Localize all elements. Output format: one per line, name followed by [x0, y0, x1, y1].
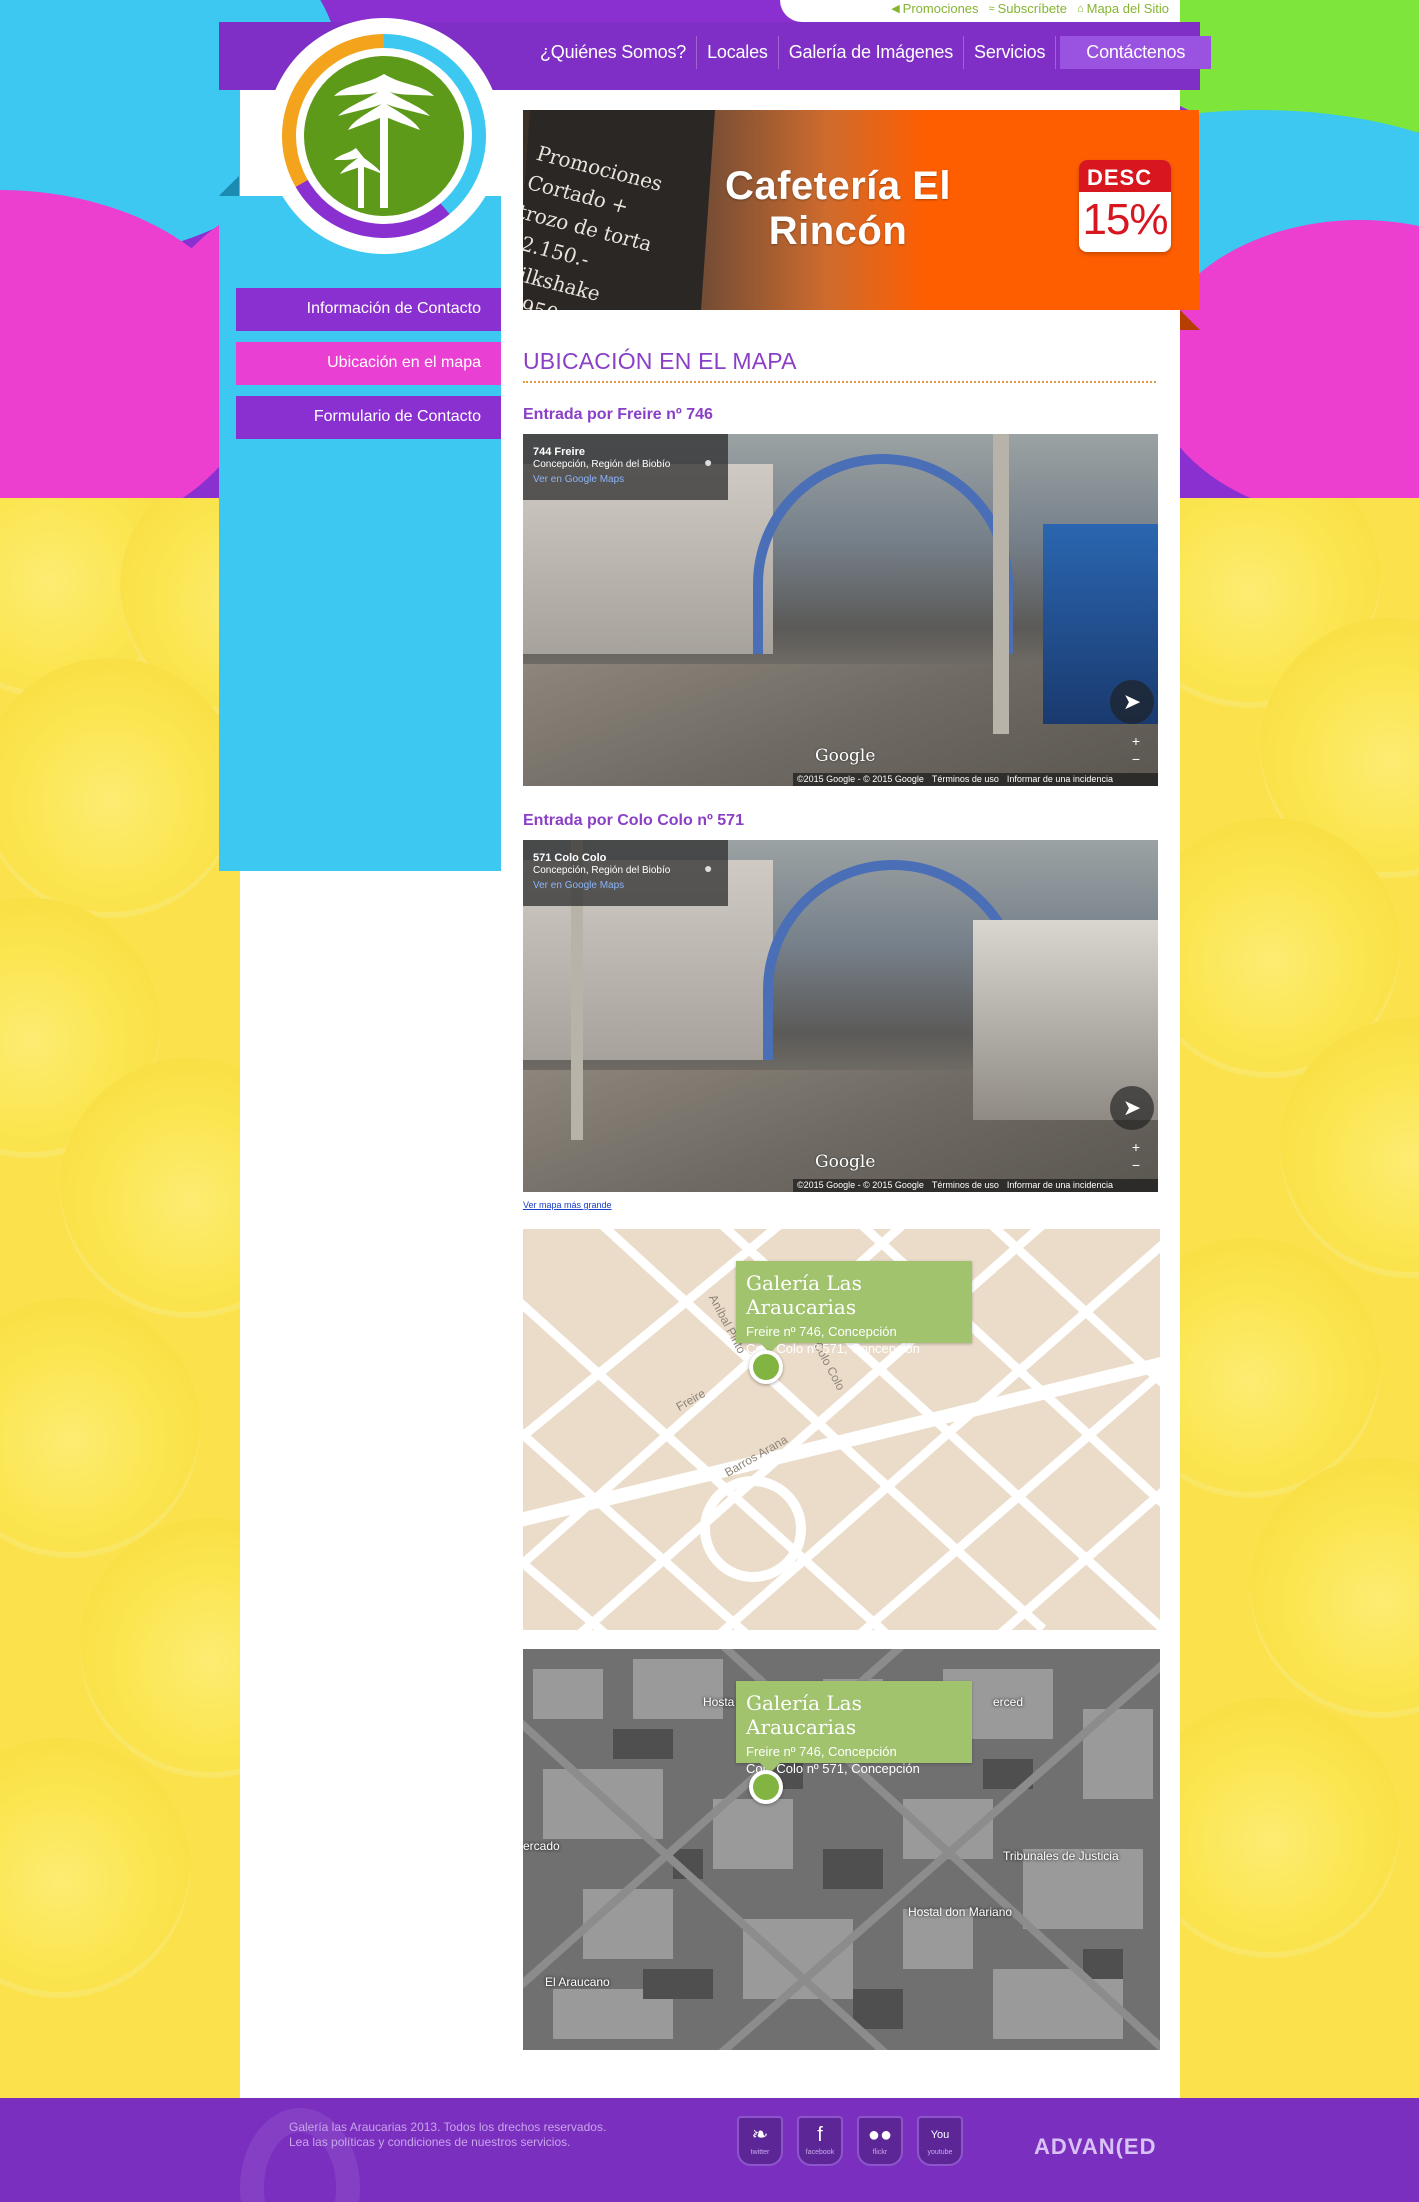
- nav-item-quienes-somos[interactable]: ¿Quiénes Somos?: [530, 36, 698, 69]
- zoom-controls[interactable]: + −: [1132, 732, 1140, 768]
- nav-item-locales[interactable]: Locales: [697, 36, 779, 69]
- zoom-out-icon[interactable]: −: [1132, 750, 1140, 768]
- logo[interactable]: [266, 18, 502, 254]
- streetview-colocolo[interactable]: 571 Colo Colo Concepción, Región del Bio…: [523, 840, 1158, 1192]
- araucaria-tree-icon: [304, 56, 464, 216]
- map-attribution: ©2015 Google - © 2015 Google Términos de…: [793, 1179, 1158, 1192]
- sat-label-el-araucano: El Araucano: [545, 1975, 610, 1989]
- location-pin-icon: ●: [704, 860, 713, 876]
- twitter-icon: ❧: [751, 2124, 769, 2146]
- social-links: ❧ twitter f facebook ●● flickr You youtube: [737, 2116, 963, 2166]
- side-nav: Información de Contacto Ubicación en el …: [236, 288, 501, 450]
- map-info-bubble: Galería Las Araucarias Freire nº 746, Co…: [736, 1261, 972, 1356]
- zoom-in-icon[interactable]: +: [1132, 1138, 1140, 1156]
- facebook-icon: f: [817, 2124, 823, 2146]
- toplink-subscribete[interactable]: ≈ Subscríbete: [989, 1, 1067, 16]
- discount-tag-value: 15%: [1082, 195, 1168, 244]
- report-issue-link[interactable]: Informar de una incidencia: [1007, 774, 1113, 785]
- compass-icon[interactable]: ➤: [1110, 1086, 1154, 1130]
- promo-banner[interactable]: Promociones Cortado + trozo de torta $2.…: [523, 110, 1199, 310]
- map-info-bubble: Galería Las Araucarias Freire nº 746, Co…: [736, 1681, 972, 1776]
- terms-link[interactable]: Términos de uso: [932, 1180, 999, 1191]
- footer: Galería las Araucarias 2013. Todos los d…: [0, 2098, 1419, 2202]
- streetview-pole: [993, 434, 1009, 734]
- google-logo: Google: [815, 1152, 876, 1172]
- streetview-info-card: 571 Colo Colo Concepción, Región del Bio…: [523, 840, 728, 906]
- zoom-in-icon[interactable]: +: [1132, 732, 1140, 750]
- entrance-heading-freire: Entrada por Freire nº 746: [523, 406, 713, 423]
- sidebar-fold: [219, 176, 239, 196]
- sat-label-mercado: ercado: [523, 1839, 560, 1853]
- streetview-freire[interactable]: 744 Freire Concepción, Región del Biobío…: [523, 434, 1158, 786]
- main-nav: ¿Quiénes Somos? Locales Galería de Imáge…: [530, 36, 1212, 69]
- flickr-icon: ●●: [867, 2124, 893, 2146]
- youtube-button[interactable]: You youtube: [917, 2116, 963, 2166]
- street-map[interactable]: Aníbal Pinto Colo Colo Freire Barros Ara…: [523, 1229, 1160, 1630]
- report-issue-link[interactable]: Informar de una incidencia: [1007, 1180, 1113, 1191]
- toplink-mapa-del-sitio[interactable]: ⌂ Mapa del Sitio: [1077, 1, 1169, 16]
- twitter-button[interactable]: ❧ twitter: [737, 2116, 783, 2166]
- top-links: ◀ Promociones ≈ Subscríbete ⌂ Mapa del Siti…: [891, 1, 1169, 16]
- toplink-promociones[interactable]: ◀ Promociones: [891, 1, 978, 16]
- sidenav-item-info-contacto[interactable]: Información de Contacto: [236, 288, 501, 331]
- facebook-button[interactable]: f facebook: [797, 2116, 843, 2166]
- sidenav-item-ubicacion[interactable]: Ubicación en el mapa: [236, 342, 501, 385]
- banner-title: Cafetería El Rincón: [724, 164, 952, 253]
- discount-tag: DESC 15%: [1079, 160, 1171, 252]
- sitemap-icon: ⌂: [1076, 2, 1084, 15]
- policy-link[interactable]: Lea las políticas y condiciones de nuest…: [289, 2135, 606, 2150]
- bigger-map-link[interactable]: Ver mapa más grande: [523, 1200, 612, 1210]
- location-pin-icon: ●: [704, 454, 713, 470]
- entrance-heading-colocolo: Entrada por Colo Colo nº 571: [523, 812, 744, 829]
- title-divider: [523, 381, 1156, 383]
- satellite-map[interactable]: Tribunales de Justicia Hostal don Marian…: [523, 1649, 1160, 2050]
- rss-icon: ≈: [988, 2, 995, 15]
- sidenav-item-formulario[interactable]: Formulario de Contacto: [236, 396, 501, 439]
- map-attribution: ©2015 Google - © 2015 Google Términos de…: [793, 773, 1158, 786]
- map-marker-icon[interactable]: [749, 1770, 783, 1804]
- sat-label-merced: erced: [993, 1695, 1024, 1709]
- advanced-logo[interactable]: ADVAN(ED: [1034, 2134, 1156, 2160]
- nav-item-servicios[interactable]: Servicios: [964, 36, 1057, 69]
- page-title: UBICACIÓN EN EL MAPA: [523, 348, 797, 374]
- zoom-controls[interactable]: + −: [1132, 1138, 1140, 1174]
- discount-tag-label: DESC: [1079, 160, 1171, 192]
- megaphone-icon: ◀: [891, 3, 900, 15]
- terms-link[interactable]: Términos de uso: [932, 774, 999, 785]
- streetview-info-card: 744 Freire Concepción, Región del Biobío…: [523, 434, 728, 500]
- compass-icon[interactable]: ➤: [1110, 680, 1154, 724]
- flickr-button[interactable]: ●● flickr: [857, 2116, 903, 2166]
- zoom-out-icon[interactable]: −: [1132, 1156, 1140, 1174]
- sat-label-hostal-top: Hosta: [703, 1695, 735, 1709]
- view-in-google-maps-link[interactable]: Ver en Google Maps: [533, 880, 718, 891]
- sat-label-hostal: Hostal don Mariano: [908, 1905, 1013, 1919]
- map-marker-icon[interactable]: [749, 1350, 783, 1384]
- nav-item-galeria[interactable]: Galería de Imágenes: [779, 36, 965, 69]
- youtube-icon: You: [930, 2129, 950, 2141]
- google-logo: Google: [815, 746, 876, 766]
- view-in-google-maps-link[interactable]: Ver en Google Maps: [533, 474, 718, 485]
- sat-label-tribunales: Tribunales de Justicia: [1003, 1849, 1119, 1863]
- nav-item-contactenos[interactable]: Contáctenos: [1060, 36, 1212, 69]
- banner-fold: [1180, 310, 1200, 330]
- chalkboard-text: Promociones Cortado + trozo de torta $2.…: [523, 140, 666, 310]
- streetview-arch: [753, 454, 1013, 654]
- footer-copyright: Galería las Araucarias 2013. Todos los d…: [289, 2120, 607, 2150]
